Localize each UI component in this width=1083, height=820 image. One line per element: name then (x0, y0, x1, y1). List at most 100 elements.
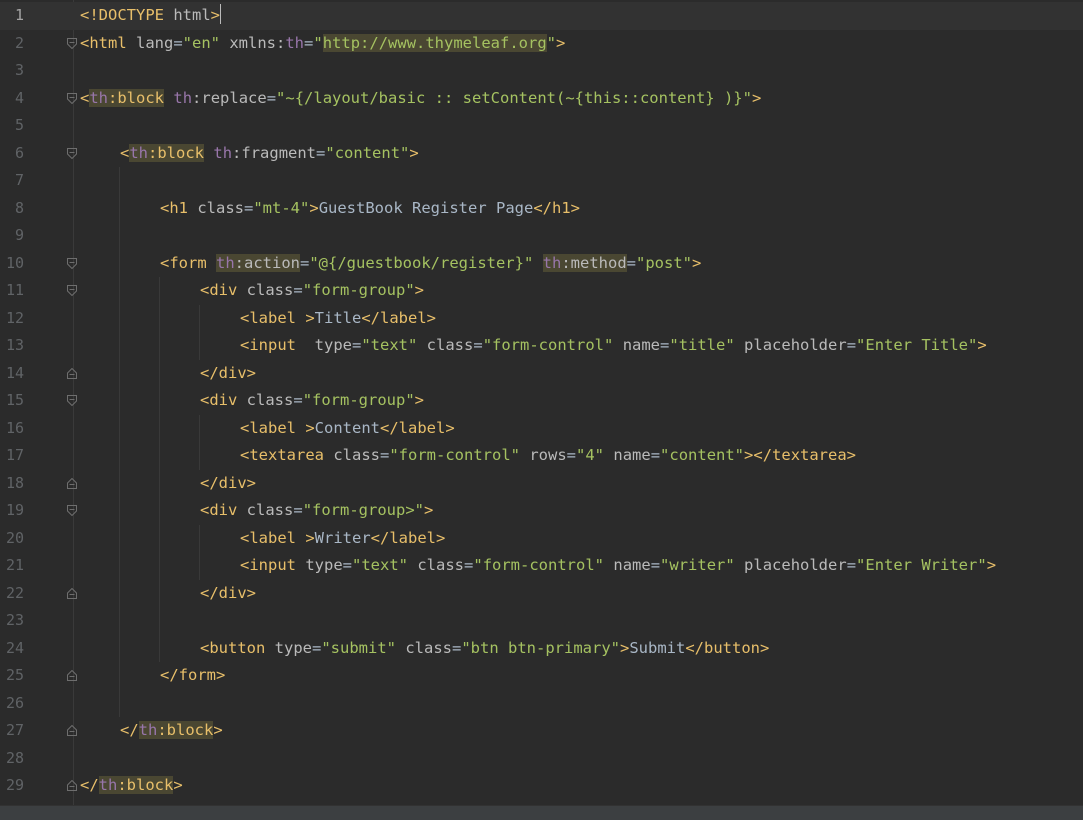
line-number[interactable]: 4 (0, 85, 24, 113)
line-number[interactable]: 9 (0, 222, 24, 250)
code-line-28[interactable]: 28 (0, 745, 1083, 773)
code-text[interactable]: <button type="submit" class="btn btn-pri… (200, 635, 769, 663)
code-line-3[interactable]: 3 (0, 57, 1083, 85)
line-number[interactable]: 22 (0, 580, 24, 608)
line-number[interactable]: 2 (0, 30, 24, 58)
code-line-27[interactable]: 27 </th:block> (0, 717, 1083, 745)
code-text[interactable]: <!DOCTYPE html> (80, 2, 221, 30)
code-token: = (293, 501, 303, 519)
code-line-1[interactable]: 1 <!DOCTYPE html> (0, 2, 1083, 30)
line-number[interactable]: 12 (0, 305, 24, 333)
code-line-7[interactable]: 7 (0, 167, 1083, 195)
code-text[interactable]: <html lang="en" xmlns:th="http://www.thy… (80, 30, 565, 58)
fold-close-icon[interactable] (67, 367, 77, 379)
code-text[interactable]: <textarea class="form-control" rows="4" … (240, 442, 856, 470)
code-text[interactable]: <div class="form-group>"> (200, 497, 433, 525)
code-text[interactable]: <th:block th:fragment="content"> (120, 140, 419, 168)
code-line-4[interactable]: 4 <th:block th:replace="~{/layout/basic :… (0, 85, 1083, 113)
code-line-5[interactable]: 5 (0, 112, 1083, 140)
code-line-15[interactable]: 15 <div class="form-group"> (0, 387, 1083, 415)
code-text[interactable]: <input type="text" class="form-control" … (240, 332, 987, 360)
code-line-8[interactable]: 8 <h1 class="mt-4">GuestBook Register Pag… (0, 195, 1083, 223)
code-text[interactable]: <label >Title</label> (240, 305, 436, 333)
code-line-25[interactable]: 25 </form> (0, 662, 1083, 690)
line-number[interactable]: 23 (0, 607, 24, 635)
fold-close-icon[interactable] (67, 670, 77, 681)
line-number[interactable]: 18 (0, 470, 24, 498)
code-text[interactable]: </th:block> (80, 772, 183, 800)
line-number[interactable]: 19 (0, 497, 24, 525)
code-line-10[interactable]: 10 <form th:action="@{/guestbook/register… (0, 250, 1083, 278)
code-line-29[interactable]: 29 </th:block> (0, 772, 1083, 800)
line-number[interactable]: 7 (0, 167, 24, 195)
code-line-18[interactable]: 18 </div> (0, 470, 1083, 498)
code-line-13[interactable]: 13 <input type="text" class="form-control… (0, 332, 1083, 360)
line-number[interactable]: 29 (0, 772, 24, 800)
line-number[interactable]: 6 (0, 140, 24, 168)
horizontal-scrollbar[interactable] (0, 805, 1083, 820)
code-line-2[interactable]: 2 <html lang="en" xmlns:th="http://www.th… (0, 30, 1083, 58)
code-text[interactable]: </div> (200, 470, 256, 498)
line-number[interactable]: 26 (0, 690, 24, 718)
code-line-24[interactable]: 24 <button type="submit" class="btn btn-p… (0, 635, 1083, 663)
code-text[interactable]: <th:block th:replace="~{/layout/basic ::… (80, 85, 761, 113)
code-line-20[interactable]: 20 <label >Writer</label> (0, 525, 1083, 553)
fold-open-icon[interactable] (67, 395, 77, 406)
code-line-14[interactable]: 14 </div> (0, 360, 1083, 388)
line-number[interactable]: 21 (0, 552, 24, 580)
fold-open-icon[interactable] (67, 257, 77, 269)
line-number[interactable]: 3 (0, 57, 24, 85)
code-line-12[interactable]: 12 <label >Title</label> (0, 305, 1083, 333)
code-text[interactable]: </div> (200, 360, 256, 388)
code-token: name (613, 556, 651, 574)
code-line-17[interactable]: 17 <textarea class="form-control" rows="4… (0, 442, 1083, 470)
code-line-22[interactable]: 22 </div> (0, 580, 1083, 608)
code-token: "Enter Writer" (856, 556, 987, 574)
code-line-6[interactable]: 6 <th:block th:fragment="content"> (0, 140, 1083, 168)
line-number[interactable]: 28 (0, 745, 24, 773)
code-line-21[interactable]: 21 <input type="text" class="form-control… (0, 552, 1083, 580)
line-number[interactable]: 8 (0, 195, 24, 223)
fold-open-icon[interactable] (67, 92, 77, 104)
code-line-26[interactable]: 26 (0, 690, 1083, 718)
code-text[interactable]: </form> (160, 662, 225, 690)
code-text[interactable]: <div class="form-group"> (200, 277, 424, 305)
line-number[interactable]: 13 (0, 332, 24, 360)
fold-open-icon[interactable] (67, 37, 77, 49)
line-number[interactable]: 17 (0, 442, 24, 470)
line-number[interactable]: 20 (0, 525, 24, 553)
line-number[interactable]: 11 (0, 277, 24, 305)
line-number[interactable]: 1 (0, 2, 24, 30)
code-token: = (650, 556, 661, 574)
code-text[interactable]: <h1 class="mt-4">GuestBook Register Page… (160, 195, 580, 223)
fold-close-icon[interactable] (67, 587, 77, 599)
fold-close-icon[interactable] (67, 725, 77, 736)
line-number[interactable]: 14 (0, 360, 24, 388)
line-number[interactable]: 25 (0, 662, 24, 690)
fold-close-icon[interactable] (67, 780, 77, 791)
line-number[interactable]: 16 (0, 415, 24, 443)
fold-close-icon[interactable] (67, 477, 77, 489)
code-line-23[interactable]: 23 (0, 607, 1083, 635)
fold-open-icon[interactable] (67, 147, 77, 159)
code-text[interactable]: <input type="text" class="form-control" … (240, 552, 996, 580)
code-text[interactable]: </th:block> (120, 717, 223, 745)
fold-open-icon[interactable] (67, 505, 77, 516)
code-text[interactable]: <label >Writer</label> (240, 525, 445, 553)
code-text[interactable]: <form th:action="@{/guestbook/register}"… (160, 250, 701, 278)
code-line-19[interactable]: 19 <div class="form-group>"> (0, 497, 1083, 525)
line-number[interactable]: 24 (0, 635, 24, 663)
code-line-9[interactable]: 9 (0, 222, 1083, 250)
code-text[interactable]: </div> (200, 580, 256, 608)
code-line-11[interactable]: 11 <div class="form-group"> (0, 277, 1083, 305)
code-text[interactable]: <label >Content</label> (240, 415, 455, 443)
code-line-16[interactable]: 16 <label >Content</label> (0, 415, 1083, 443)
code-editor[interactable]: 1 <!DOCTYPE html> 2 <html lang="en" xmlns:t… (0, 0, 1083, 820)
line-number[interactable]: 15 (0, 387, 24, 415)
line-number[interactable]: 5 (0, 112, 24, 140)
code-token: = (173, 33, 183, 52)
line-number[interactable]: 10 (0, 250, 24, 278)
code-text[interactable]: <div class="form-group"> (200, 387, 424, 415)
line-number[interactable]: 27 (0, 717, 24, 745)
fold-open-icon[interactable] (67, 285, 77, 296)
